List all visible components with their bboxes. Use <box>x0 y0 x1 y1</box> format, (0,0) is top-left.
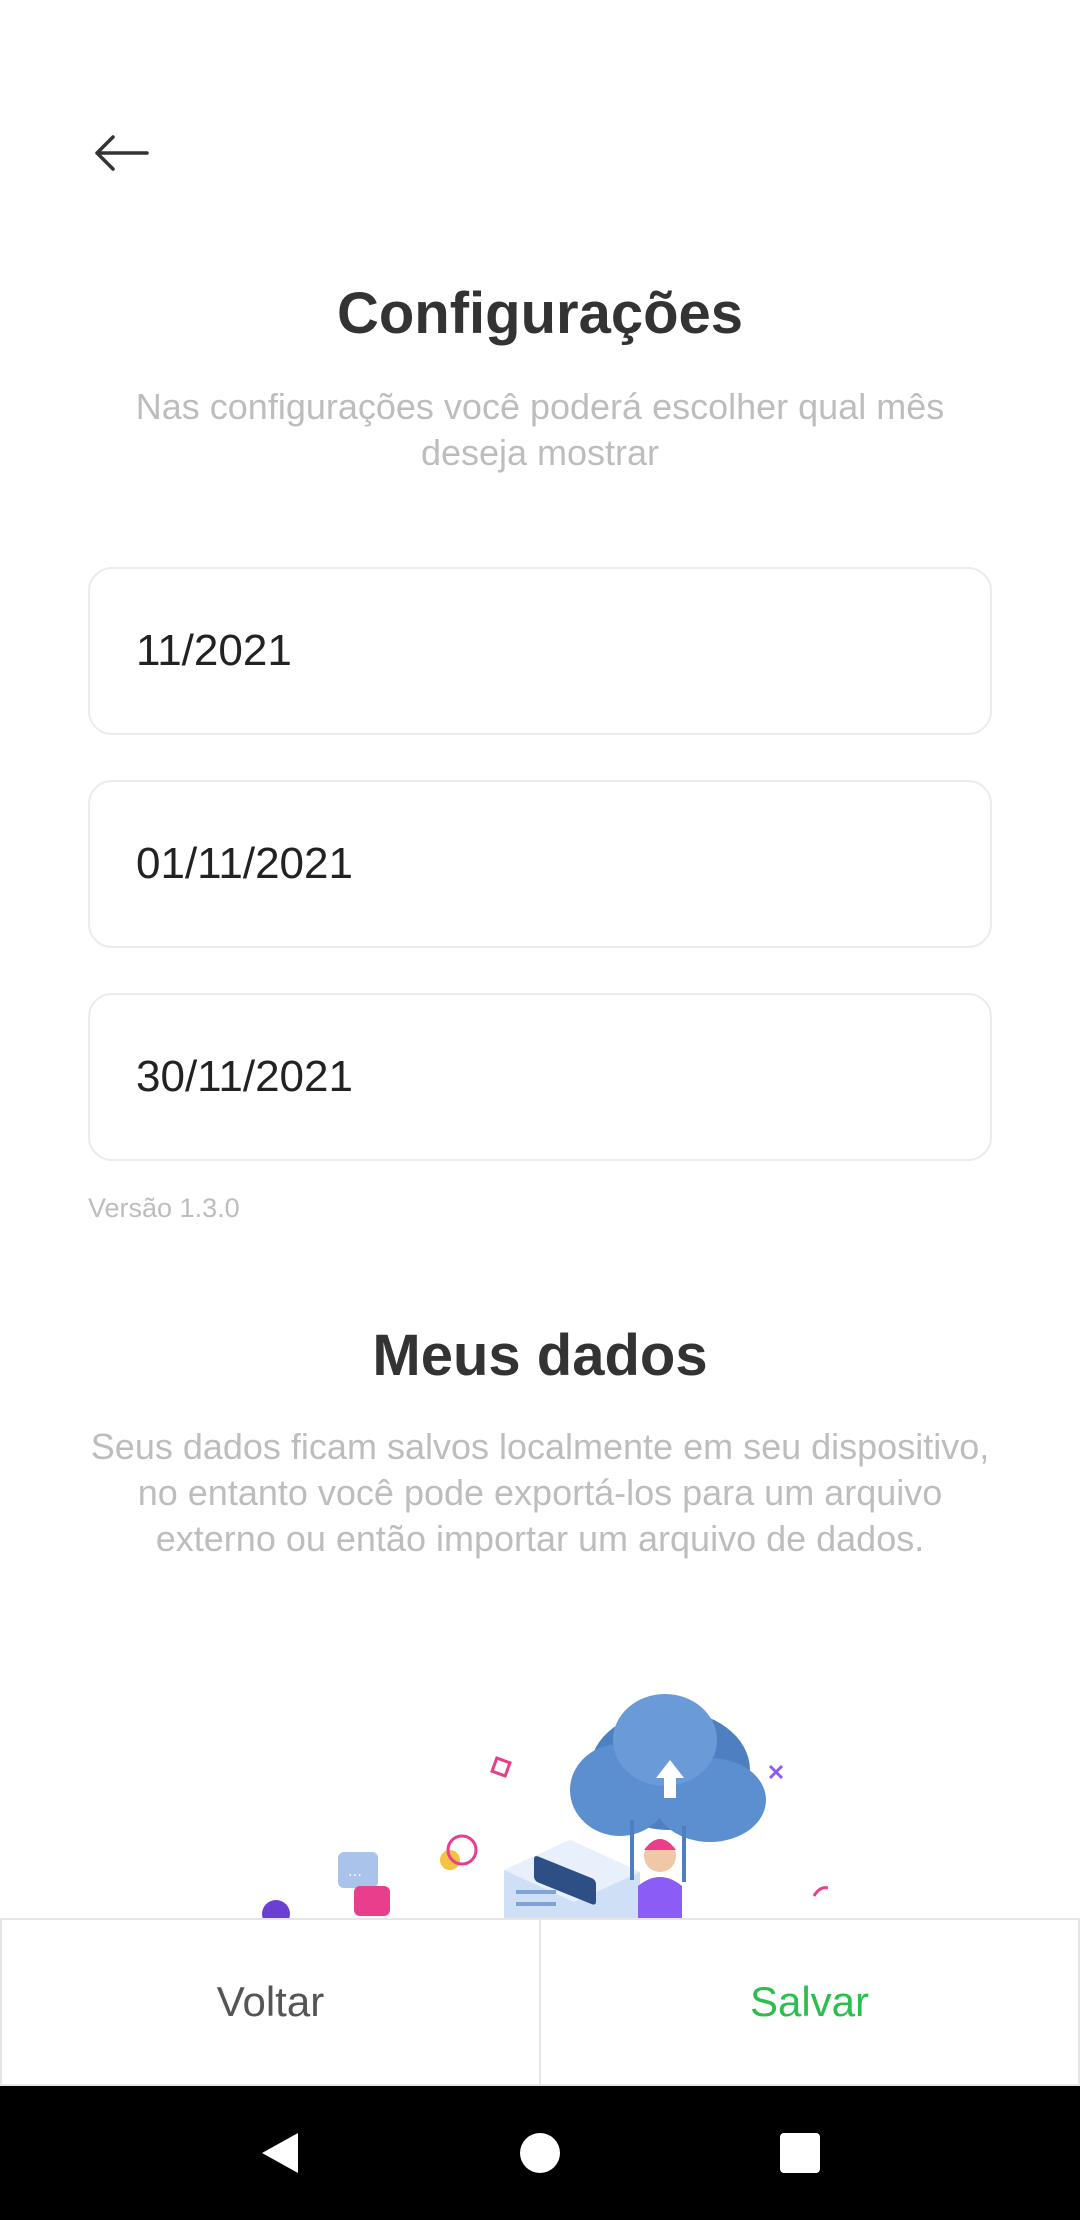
bottom-action-bar: Voltar Salvar <box>0 1918 1080 2086</box>
page-title: Configurações <box>336 281 744 346</box>
my-data-title: Meus dados <box>372 1323 708 1388</box>
nav-back-icon <box>262 2133 298 2173</box>
arrow-left-icon <box>95 135 149 171</box>
month-field[interactable]: 11/2021 <box>88 567 992 735</box>
settings-subtitle: Nas configurações você poderá escolher q… <box>135 386 945 473</box>
start-date-field[interactable]: 01/11/2021 <box>88 780 992 948</box>
start-date-value: 01/11/2021 <box>136 839 353 888</box>
nav-recents-icon <box>780 2133 820 2173</box>
end-date-value: 30/11/2021 <box>136 1052 353 1101</box>
settings-screen: Configurações Nas configurações você pod… <box>0 0 1080 2220</box>
cloud-server-illustration: … <box>240 1660 860 1920</box>
version-label: Versão 1.3.0 <box>88 1193 240 1223</box>
nav-home-icon <box>520 2133 560 2173</box>
nav-back-button[interactable] <box>240 2113 320 2193</box>
system-navigation-bar <box>0 2086 1080 2220</box>
save-button[interactable]: Salvar <box>541 1918 1080 2086</box>
svg-text:…: … <box>348 1864 362 1880</box>
my-data-description: Seus dados ficam salvos localmente em se… <box>90 1426 990 1559</box>
nav-recents-button[interactable] <box>760 2113 840 2193</box>
back-button[interactable] <box>78 118 164 188</box>
nav-home-button[interactable] <box>500 2113 580 2193</box>
back-action-button[interactable]: Voltar <box>0 1918 541 2086</box>
month-value: 11/2021 <box>136 626 292 675</box>
end-date-field[interactable]: 30/11/2021 <box>88 993 992 1161</box>
